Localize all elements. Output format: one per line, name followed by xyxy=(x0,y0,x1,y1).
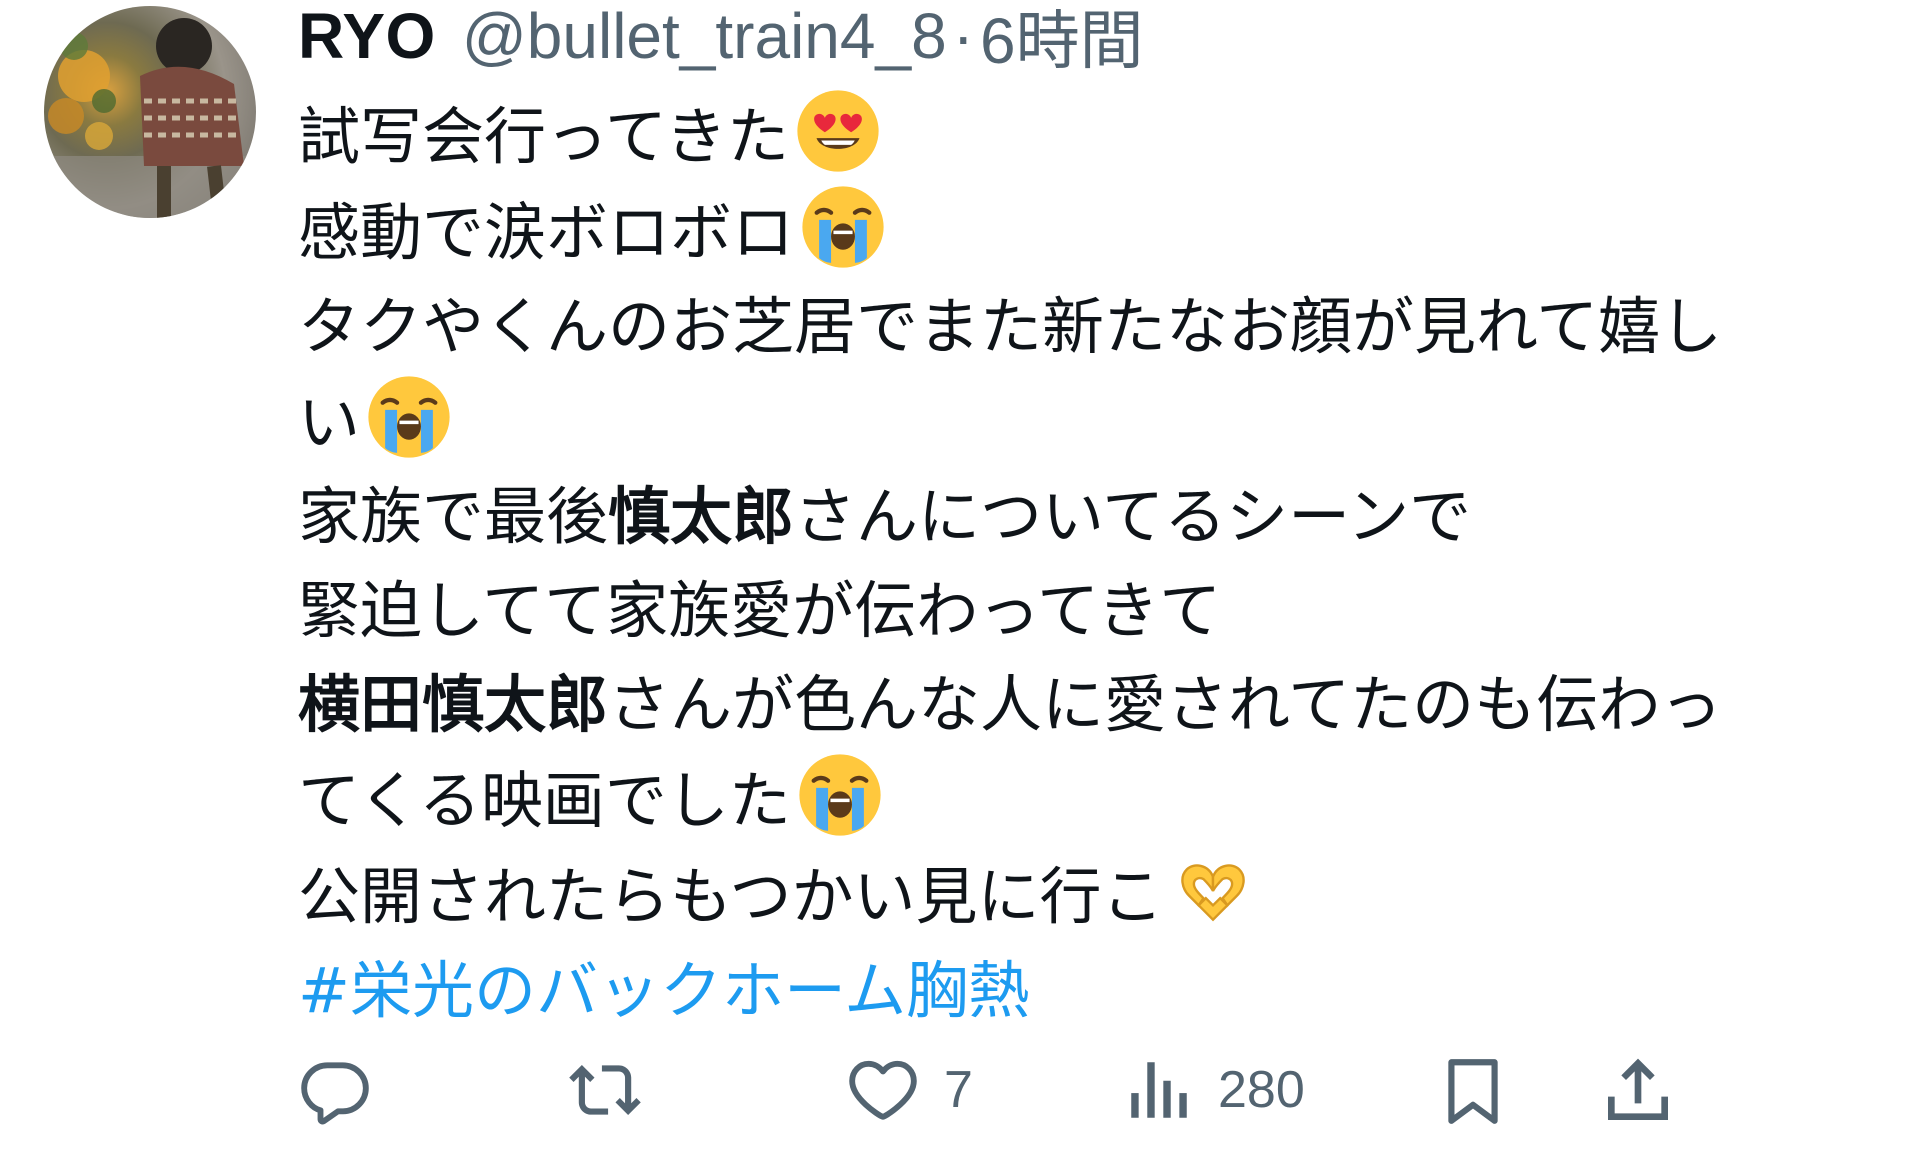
heart-icon xyxy=(849,1060,917,1120)
avatar[interactable] xyxy=(44,6,256,218)
text-segment: 公開されたらもつかい見に行こ xyxy=(298,860,1164,933)
tweet-text-line: 感動で涙ボロボロ xyxy=(298,184,1878,280)
tweet-text-line: い xyxy=(298,374,1878,470)
tweet[interactable]: RYO @bullet_train4_8 · 6時間 試写会行ってきた 感動で涙ボ… xyxy=(0,0,1920,1155)
loudly-crying-emoji-icon xyxy=(800,184,886,270)
tweet-text-line: #栄光のバックホーム胸熱 xyxy=(298,944,1878,1038)
bold-text-segment: 慎太郎 xyxy=(608,480,795,553)
loudly-crying-emoji-icon xyxy=(366,374,452,460)
like-button[interactable]: 7 xyxy=(844,1040,973,1140)
header-separator: · xyxy=(952,0,974,72)
tweet-text-line: 試写会行ってきた xyxy=(298,88,1878,184)
bookmark-button[interactable] xyxy=(1436,1040,1510,1140)
reply-button[interactable] xyxy=(298,1040,394,1140)
share-icon xyxy=(1608,1058,1668,1120)
bold-text-segment: 横田慎太郎 xyxy=(298,668,609,741)
text-segment: 感動で涙ボロボロ xyxy=(298,196,795,269)
repost-icon xyxy=(569,1065,641,1115)
tweet-text-line: 公開されたらもつかい見に行こ xyxy=(298,848,1878,944)
text-segment: 試写会行ってきた xyxy=(298,100,790,173)
views-button[interactable]: 280 xyxy=(1122,1040,1305,1140)
tweet-text-line: 横田慎太郎さんが色んな人に愛されてたのも伝わっ xyxy=(298,658,1878,752)
reply-icon xyxy=(301,1062,369,1125)
heart-hands-emoji-icon xyxy=(1170,848,1256,934)
share-button[interactable] xyxy=(1598,1040,1678,1140)
display-name[interactable]: RYO xyxy=(298,0,436,73)
tweet-header: RYO @bullet_train4_8 · 6時間 xyxy=(298,0,1144,77)
bookmark-icon xyxy=(1448,1059,1498,1124)
tweet-text-line: タクやくんのお芝居でまた新たなお顔が見れて嬉し xyxy=(298,280,1878,374)
heart-eyes-emoji-icon xyxy=(795,88,881,174)
loudly-crying-emoji-icon xyxy=(797,752,883,838)
views-count: 280 xyxy=(1218,1061,1305,1119)
tweet-text-line: 家族で最後慎太郎さんについてるシーンで xyxy=(298,470,1878,564)
text-segment: てくる映画でした xyxy=(298,764,791,837)
text-segment: 緊迫してて家族愛が伝わってきて xyxy=(298,574,1222,647)
tweet-text-line: 緊迫してて家族愛が伝わってきて xyxy=(298,564,1878,658)
text-segment: タクやくんのお芝居でまた新たなお顔が見れて嬉し xyxy=(298,290,1723,363)
repost-button[interactable] xyxy=(566,1040,666,1140)
like-count: 7 xyxy=(944,1061,973,1119)
text-segment: さんが色んな人に愛されてたのも伝わっ xyxy=(608,668,1723,741)
views-icon xyxy=(1131,1062,1187,1118)
hashtag-link[interactable]: #栄光のバックホーム胸熱 xyxy=(298,954,1030,1027)
action-bar: 7 280 xyxy=(298,1040,1898,1140)
text-segment: 家族で最後 xyxy=(298,480,609,553)
tweet-text: 試写会行ってきた 感動で涙ボロボロタクやくんのお芝居でまた新たなお顔が見れて嬉しい… xyxy=(298,88,1878,1038)
user-handle[interactable]: @bullet_train4_8 xyxy=(462,0,947,73)
text-segment: い xyxy=(298,386,361,459)
timestamp[interactable]: 6時間 xyxy=(980,0,1144,82)
tweet-text-line: てくる映画でした xyxy=(298,752,1878,848)
text-segment: さんについてるシーンで xyxy=(794,480,1472,553)
